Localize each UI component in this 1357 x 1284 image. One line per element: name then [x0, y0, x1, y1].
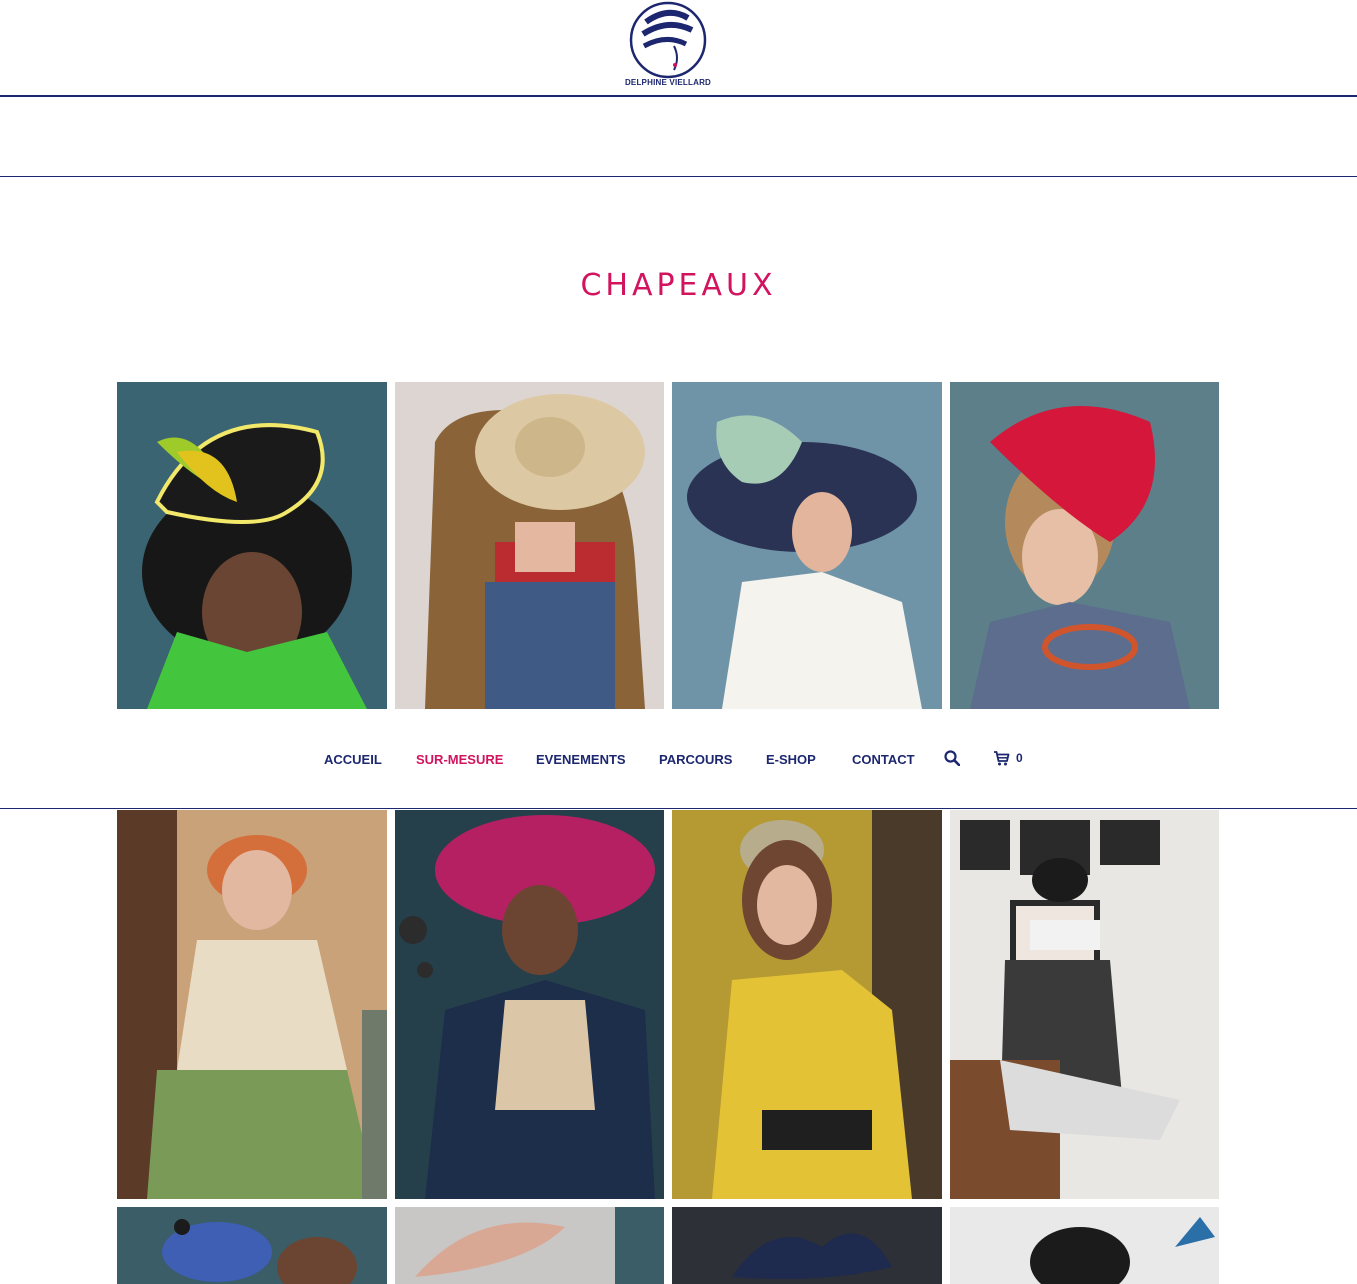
- header-divider-lower: [0, 176, 1357, 177]
- logo-emblem-icon: [629, 1, 707, 79]
- nav-item-e-shop[interactable]: E-SHOP: [766, 752, 816, 767]
- cart-count-badge: 0: [1016, 751, 1023, 765]
- gallery-photo[interactable]: [950, 1207, 1219, 1284]
- page-title: CHAPEAUX: [580, 268, 777, 303]
- search-icon[interactable]: [944, 750, 960, 766]
- gallery-photo[interactable]: [672, 810, 942, 1199]
- gallery-photo[interactable]: [950, 382, 1219, 709]
- photo-pillbox-hat: [672, 810, 942, 1199]
- gallery-photo[interactable]: [672, 1207, 942, 1284]
- cart-icon: [994, 751, 1010, 766]
- cart-button[interactable]: 0: [993, 750, 1023, 766]
- gallery-photo[interactable]: [950, 810, 1219, 1199]
- photo-navy-ribbon-hat: [672, 1207, 942, 1284]
- photo-mint-navy-hat: [672, 382, 942, 709]
- photo-straw-hat: [395, 382, 664, 709]
- gallery-photo[interactable]: [395, 1207, 664, 1284]
- photo-polka-dot-clutch: [950, 810, 1219, 1199]
- photo-pleated-hat: [395, 1207, 664, 1284]
- nav-item-parcours[interactable]: PARCOURS: [659, 752, 732, 767]
- nav-item-accueil[interactable]: ACCUEIL: [324, 752, 382, 767]
- gallery-photo[interactable]: [672, 382, 942, 709]
- main-navigation: ACCUEIL SUR-MESURE EVENEMENTS PARCOURS E…: [0, 709, 1357, 809]
- photo-fuchsia-hat: [395, 810, 664, 1199]
- gallery-photo[interactable]: [117, 1207, 387, 1284]
- photo-black-textured-hat: [950, 1207, 1219, 1284]
- gallery-photo[interactable]: [117, 382, 387, 709]
- nav-item-contact[interactable]: CONTACT: [852, 752, 915, 767]
- gallery-photo[interactable]: [117, 810, 387, 1199]
- gallery-photo[interactable]: [395, 810, 664, 1199]
- site-logo[interactable]: DELPHINE VIELLARD: [620, 0, 716, 94]
- header-divider: [0, 95, 1357, 97]
- photo-red-fascinator: [950, 382, 1219, 709]
- gallery-photo[interactable]: [395, 382, 664, 709]
- brand-name: DELPHINE VIELLARD: [624, 78, 712, 87]
- nav-item-evenements[interactable]: EVENEMENTS: [536, 752, 626, 767]
- photo-blue-cap: [117, 1207, 387, 1284]
- photo-striped-cap: [117, 810, 387, 1199]
- photo-hat-black-feathers: [117, 382, 387, 709]
- nav-item-sur-mesure[interactable]: SUR-MESURE: [416, 752, 503, 767]
